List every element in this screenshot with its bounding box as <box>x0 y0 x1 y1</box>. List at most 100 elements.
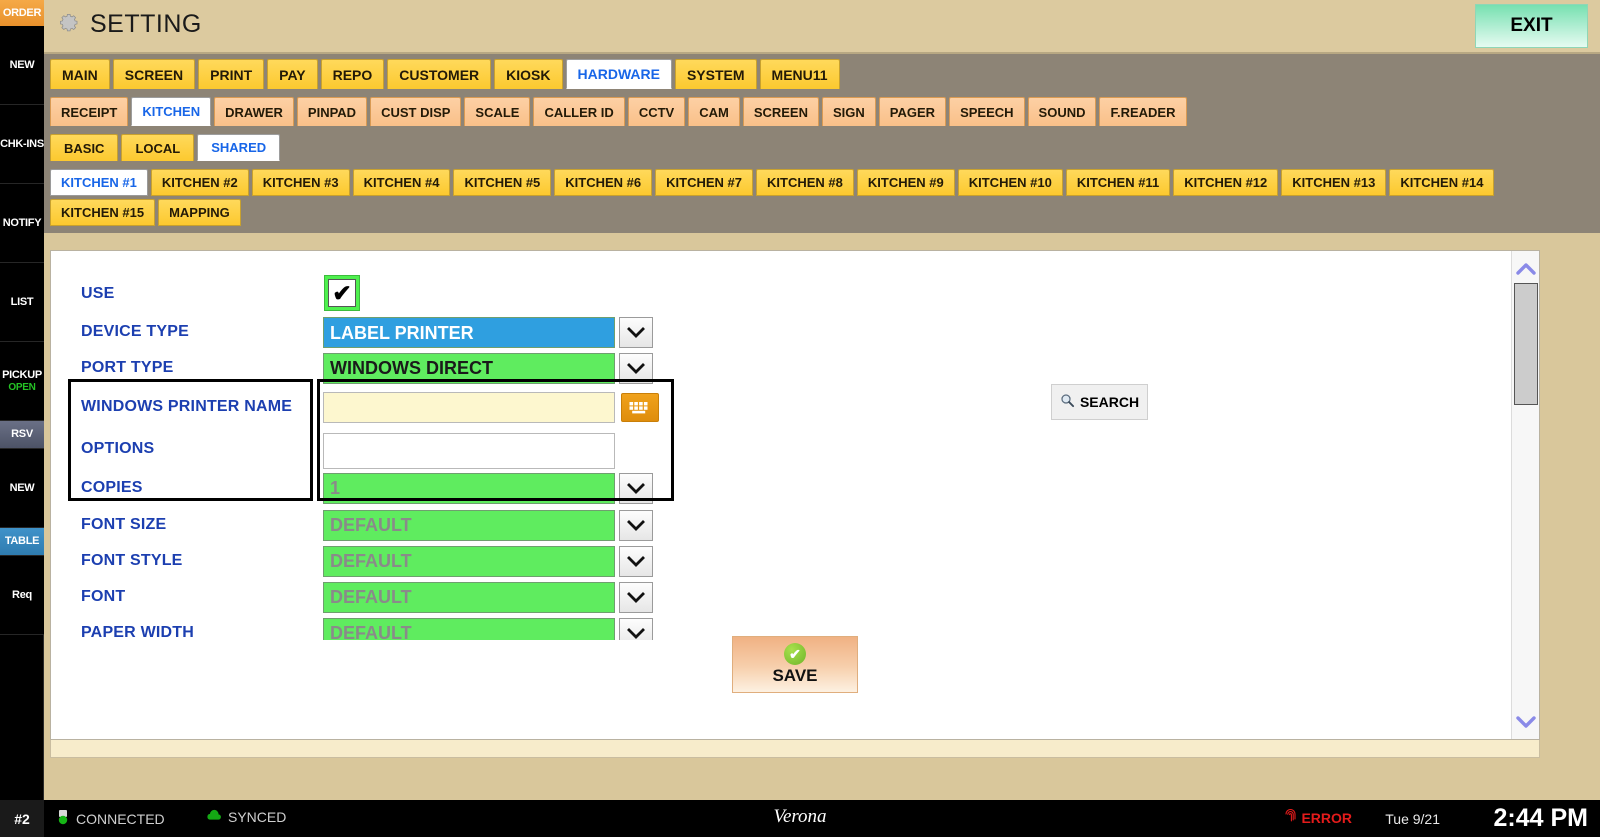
save-button[interactable]: ✔ SAVE <box>732 636 858 693</box>
subtab-caller-id[interactable]: CALLER ID <box>533 97 625 126</box>
device-type-select[interactable]: LABEL PRINTER <box>323 317 615 348</box>
kitchen-tab-kitchen-7[interactable]: KITCHEN #7 <box>655 169 754 196</box>
tab-menu11[interactable]: MENU11 <box>759 59 840 89</box>
kitchen-tab-kitchen-4[interactable]: KITCHEN #4 <box>352 169 451 196</box>
font-style-value: DEFAULT <box>330 551 412 571</box>
subtab-scale[interactable]: SCALE <box>464 97 531 126</box>
scopetab-shared[interactable]: SHARED <box>197 134 281 161</box>
chevron-down-icon[interactable] <box>619 317 653 348</box>
sidebar-item-pickup[interactable]: PICKUP OPEN <box>0 342 44 421</box>
font-size-select[interactable]: DEFAULT <box>323 510 615 541</box>
subtab-drawer[interactable]: DRAWER <box>214 97 294 126</box>
tab-system[interactable]: SYSTEM <box>674 59 757 89</box>
options-input[interactable] <box>323 433 615 469</box>
subtab-cctv[interactable]: CCTV <box>627 97 686 126</box>
sidebar-item-req[interactable]: Req <box>0 556 44 635</box>
sidebar-item-notify[interactable]: NOTIFY <box>0 184 44 263</box>
subtab-sign[interactable]: SIGN <box>822 97 876 126</box>
windows-printer-name-input[interactable] <box>323 392 615 423</box>
tertiary-tab-strip: BASIC LOCAL SHARED <box>44 129 1600 164</box>
kitchen-tab-kitchen-10[interactable]: KITCHEN #10 <box>957 169 1063 196</box>
paper-width-select[interactable]: DEFAULT <box>323 618 615 640</box>
scrollbar-thumb[interactable] <box>1514 283 1538 405</box>
gear-icon <box>56 10 82 36</box>
subtab-screen[interactable]: SCREEN <box>742 97 819 126</box>
tab-label: REPO <box>332 66 373 83</box>
vertical-scrollbar[interactable] <box>1511 251 1539 739</box>
font-style-select[interactable]: DEFAULT <box>323 546 615 577</box>
page-title: SETTING <box>90 10 202 38</box>
error-indicator[interactable]: ERROR <box>1285 808 1352 826</box>
font-select[interactable]: DEFAULT <box>323 582 615 613</box>
label-font: FONT <box>81 588 126 605</box>
kitchen-tab-kitchen-12[interactable]: KITCHEN #12 <box>1173 169 1279 196</box>
sidebar-item-list[interactable]: LIST <box>0 263 44 342</box>
scroll-down-icon[interactable] <box>1512 709 1540 735</box>
sidebar-item-table[interactable]: TABLE <box>0 528 44 556</box>
chevron-down-icon[interactable] <box>619 546 653 577</box>
keyboard-icon[interactable] <box>621 393 659 422</box>
tab-hardware[interactable]: HARDWARE <box>565 59 672 89</box>
scroll-up-icon[interactable] <box>1512 255 1540 281</box>
tab-label: MAPPING <box>169 205 230 220</box>
sidebar-item-new[interactable]: NEW <box>0 449 44 528</box>
sidebar-item-label: NEW <box>9 58 35 71</box>
tab-label: KITCHEN <box>142 104 201 119</box>
error-label: ERROR <box>1301 809 1352 826</box>
chevron-down-icon[interactable] <box>619 582 653 613</box>
subtab-cust-disp[interactable]: CUST DISP <box>370 97 462 126</box>
search-button[interactable]: SEARCH <box>1051 384 1148 420</box>
tab-customer[interactable]: CUSTOMER <box>387 59 492 89</box>
kitchen-tab-kitchen-15[interactable]: KITCHEN #15 <box>50 199 156 226</box>
subtab-speech[interactable]: SPEECH <box>949 97 1025 126</box>
kitchen-tab-kitchen-14[interactable]: KITCHEN #14 <box>1389 169 1495 196</box>
field-row-device-type: DEVICE TYPE LABEL PRINTER <box>51 315 691 351</box>
sidebar-item-label: Req <box>12 588 32 601</box>
kitchen-tab-kitchen-3[interactable]: KITCHEN #3 <box>251 169 350 196</box>
tab-pay[interactable]: PAY <box>267 59 318 89</box>
tab-label: MAIN <box>62 66 98 83</box>
chevron-down-icon[interactable] <box>619 353 653 384</box>
subtab-pinpad[interactable]: PINPAD <box>296 97 368 126</box>
copies-select[interactable]: 1 <box>323 473 615 504</box>
tab-label: KITCHEN #8 <box>767 175 843 190</box>
sidebar-item-new[interactable]: NEW <box>0 26 44 105</box>
primary-tab-strip: MAIN SCREEN PRINT PAY REPO CUSTOMER KIOSK HARDW… <box>44 54 1600 92</box>
sidebar-item-chk-ins[interactable]: CHK-INS <box>0 105 44 184</box>
sidebar-item-label: TABLE <box>4 535 40 548</box>
port-type-select[interactable]: WINDOWS DIRECT <box>323 353 615 384</box>
subtab-receipt[interactable]: RECEIPT <box>50 97 129 126</box>
sidebar-item-order[interactable]: ORDER <box>0 0 44 26</box>
kitchen-tab-kitchen-1[interactable]: KITCHEN #1 <box>50 169 148 196</box>
tab-print[interactable]: PRINT <box>198 59 265 89</box>
kitchen-tab-kitchen-11[interactable]: KITCHEN #11 <box>1065 169 1171 196</box>
subtab-sound[interactable]: SOUND <box>1027 97 1097 126</box>
sidebar-item-rsv[interactable]: RSV <box>0 421 44 449</box>
subtab-pager[interactable]: PAGER <box>878 97 947 126</box>
chevron-down-icon[interactable] <box>619 473 653 504</box>
sidebar-item-label: RSV <box>11 428 33 441</box>
label-copies: COPIES <box>81 479 143 496</box>
kitchen-tab-kitchen-2[interactable]: KITCHEN #2 <box>150 169 249 196</box>
tab-screen[interactable]: SCREEN <box>112 59 196 89</box>
subtab-cam[interactable]: CAM <box>688 97 740 126</box>
use-checkbox[interactable]: ✔ <box>324 275 360 311</box>
kitchen-tab-mapping[interactable]: MAPPING <box>158 199 241 226</box>
kitchen-tab-kitchen-6[interactable]: KITCHEN #6 <box>554 169 653 196</box>
kitchen-tab-kitchen-13[interactable]: KITCHEN #13 <box>1281 169 1387 196</box>
tab-kiosk[interactable]: KIOSK <box>494 59 563 89</box>
subtab-f-reader[interactable]: F.READER <box>1099 97 1187 126</box>
scopetab-basic[interactable]: BASIC <box>50 134 119 161</box>
exit-button[interactable]: EXIT <box>1475 4 1588 48</box>
use-checkbox-mark: ✔ <box>328 279 356 307</box>
kitchen-tab-kitchen-9[interactable]: KITCHEN #9 <box>856 169 955 196</box>
tab-label: KITCHEN #14 <box>1400 175 1484 190</box>
chevron-down-icon[interactable] <box>619 510 653 541</box>
subtab-kitchen[interactable]: KITCHEN <box>131 97 212 126</box>
kitchen-tab-kitchen-5[interactable]: KITCHEN #5 <box>453 169 552 196</box>
tab-repo[interactable]: REPO <box>320 59 385 89</box>
chevron-down-icon[interactable] <box>619 618 653 640</box>
kitchen-tab-kitchen-8[interactable]: KITCHEN #8 <box>756 169 854 196</box>
tab-main[interactable]: MAIN <box>50 59 110 89</box>
scopetab-local[interactable]: LOCAL <box>121 134 195 161</box>
